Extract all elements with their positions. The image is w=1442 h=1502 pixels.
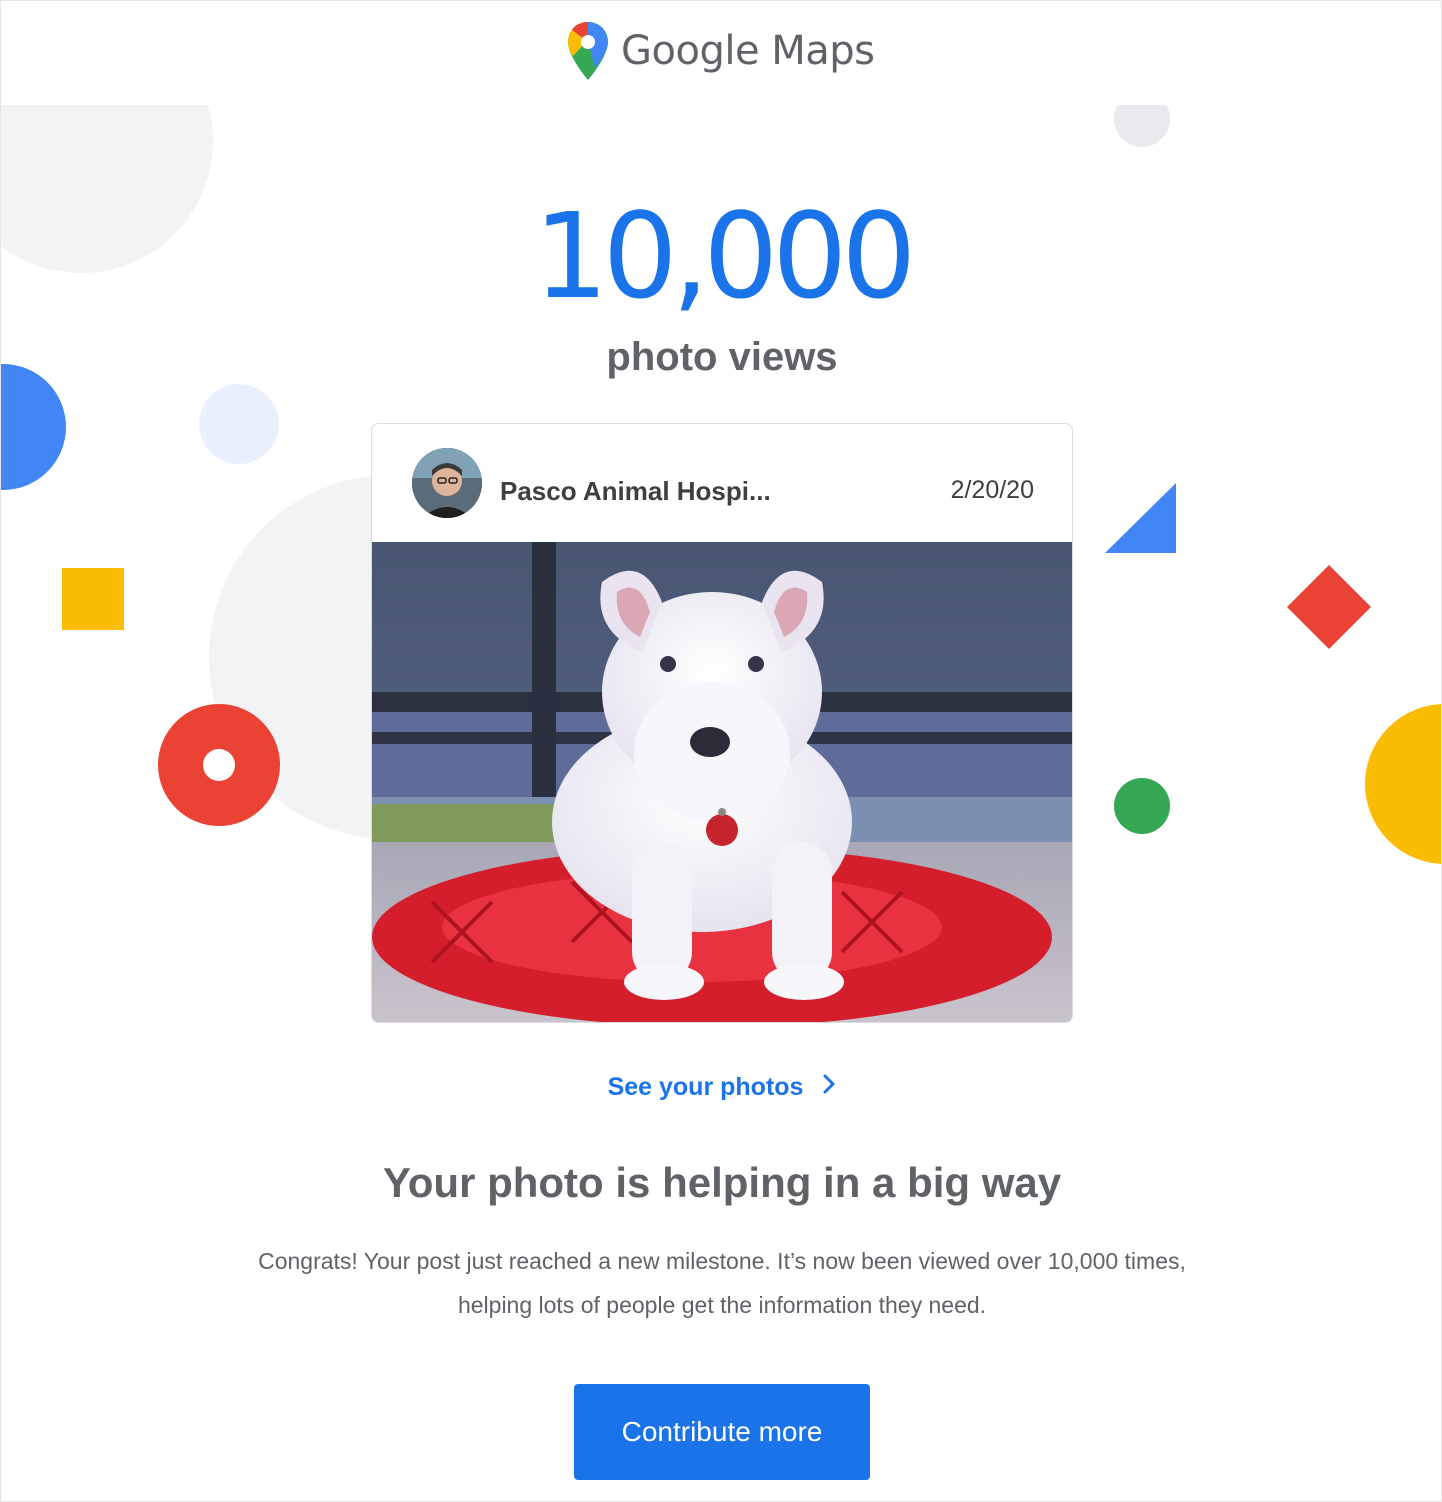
milestone-label: photo views xyxy=(606,335,838,379)
google-maps-logo[interactable]: Google Maps xyxy=(565,19,875,83)
email-frame: Google Maps 10,000 photo views Pasco Ani… xyxy=(0,0,1442,1502)
yellow-half-circle xyxy=(1365,704,1441,864)
message-body-line1: Congrats! Your post just reached a new m… xyxy=(258,1248,1186,1274)
post-date: 2/20/20 xyxy=(950,476,1034,504)
email-header: Google Maps xyxy=(1,1,1441,105)
yellow-square xyxy=(62,568,124,630)
logo-text: Google Maps xyxy=(621,28,875,74)
blue-triangle xyxy=(1105,483,1176,553)
green-dot xyxy=(1114,778,1170,834)
grey-dot-top-right xyxy=(1114,105,1170,147)
milestone-count: 10,000 xyxy=(533,187,917,325)
message-body: Congrats! Your post just reached a new m… xyxy=(191,1239,1253,1327)
see-your-photos-link[interactable]: See your photos xyxy=(1,1073,1441,1102)
red-diamond xyxy=(1287,565,1371,649)
place-name[interactable]: Pasco Animal Hospi... xyxy=(500,476,771,507)
chevron-right-icon xyxy=(822,1073,836,1102)
see-your-photos-label: See your photos xyxy=(607,1073,804,1101)
message-body-line2: helping lots of people get the informati… xyxy=(457,1292,987,1318)
user-avatar xyxy=(412,448,482,518)
photo-card[interactable]: Pasco Animal Hospi... 2/20/20 xyxy=(371,423,1073,1023)
message-heading: Your photo is helping in a big way xyxy=(382,1159,1062,1206)
map-pin-icon xyxy=(568,22,608,80)
contribute-more-button[interactable]: Contribute more xyxy=(574,1384,870,1480)
blue-half-circle xyxy=(1,364,66,490)
dog-photo xyxy=(372,542,1072,1022)
card-header: Pasco Animal Hospi... 2/20/20 xyxy=(372,424,1072,542)
light-blue-circle xyxy=(199,384,279,464)
